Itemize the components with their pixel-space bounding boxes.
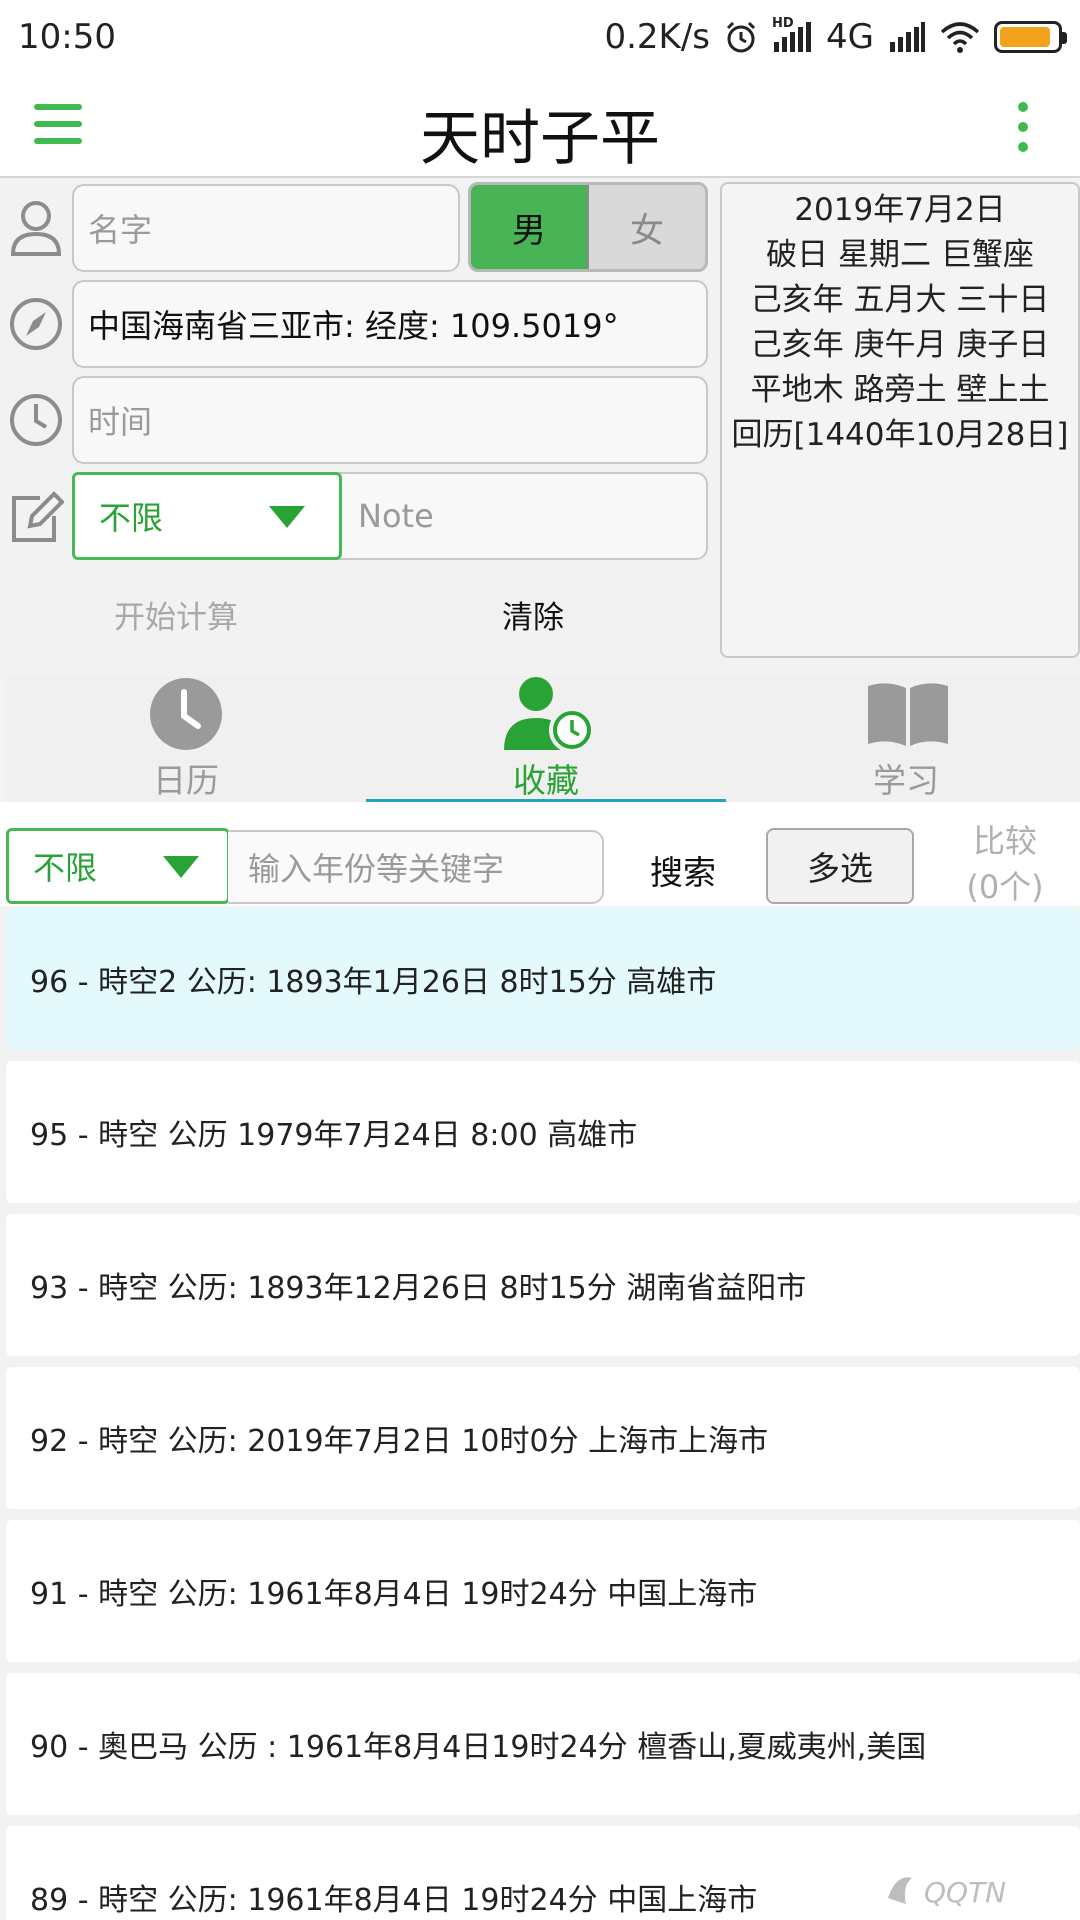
record-row[interactable]: 91 - 時空 公历: 1961年8月4日 19时24分 中国上海市: [6, 1520, 1080, 1662]
cell-signal-icon-2: [890, 22, 925, 52]
multi-select-button[interactable]: 多选: [766, 828, 914, 904]
date-info-panel: 2019年7月2日 破日 星期二 巨蟹座 己亥年 五月大 三十日 己亥年 庚午月…: [720, 182, 1080, 658]
net-speed: 0.2K/s: [604, 17, 711, 57]
status-right: 0.2K/s HD 4G: [604, 16, 1067, 57]
tab-label: 学习: [873, 761, 939, 800]
battery-icon: [994, 21, 1067, 53]
compare-button[interactable]: 比较 (0个): [950, 818, 1060, 910]
compass-icon: [10, 298, 62, 350]
info-line: 2019年7月2日: [794, 192, 1006, 228]
info-line: 己亥年 五月大 三十日: [750, 282, 1050, 318]
hd-signal-group: HD: [772, 16, 812, 54]
chevron-down-icon: [163, 856, 199, 878]
gender-female-button[interactable]: 女: [589, 185, 705, 269]
compare-count: (0个): [966, 868, 1044, 906]
time-input[interactable]: 时间: [72, 376, 708, 464]
tab-bar: 日历 收藏 学习: [6, 676, 1080, 802]
filter-select[interactable]: 不限: [6, 828, 230, 904]
tab-label: 日历: [153, 761, 219, 800]
battery-fill: [1000, 27, 1051, 47]
start-calc-button[interactable]: 开始计算: [114, 592, 238, 637]
search-row: 不限 输入年份等关键字 搜索 多选 比较 (0个): [0, 802, 1080, 906]
tab-favorites[interactable]: 收藏: [366, 676, 726, 802]
book-icon: [868, 683, 948, 746]
status-bar: 10:50 0.2K/s HD 4G: [0, 0, 1080, 74]
clock-icon: [150, 678, 222, 750]
info-line: 破日 星期二 巨蟹座: [766, 237, 1034, 273]
app-bar: 天时子平: [0, 74, 1080, 178]
chevron-down-icon: [269, 506, 305, 528]
info-line: 平地木 路旁土 壁上土: [750, 372, 1050, 408]
alarm-icon: [726, 21, 756, 53]
status-time: 10:50: [18, 17, 116, 57]
watermark-logo: QQTN: [888, 1876, 1006, 1909]
compare-label: 比较: [972, 822, 1037, 860]
user-clock-icon: [504, 677, 595, 752]
clear-button[interactable]: 清除: [502, 592, 564, 637]
info-line: 己亥年 庚午月 庚子日: [750, 327, 1050, 363]
more-vertical-icon[interactable]: [1018, 102, 1030, 152]
tab-learn[interactable]: 学习: [726, 676, 1080, 802]
network-type: 4G: [826, 17, 874, 57]
svg-text:QQTN: QQTN: [924, 1876, 1006, 1909]
category-select[interactable]: 不限: [72, 472, 342, 560]
tab-label: 收藏: [513, 761, 579, 800]
category-select-value: 不限: [99, 499, 164, 537]
gender-toggle: 男 女: [468, 182, 708, 272]
gender-male-button[interactable]: 男: [471, 185, 589, 269]
edit-icon: [12, 491, 64, 542]
record-row[interactable]: 96 - 時空2 公历: 1893年1月26日 8时15分 高雄市: [6, 908, 1080, 1050]
info-line: 回历[1440年10月28日]: [731, 417, 1069, 453]
person-icon: [10, 201, 62, 256]
filter-select-value: 不限: [33, 849, 98, 887]
name-input[interactable]: 名字: [72, 184, 460, 272]
tab-calendar[interactable]: 日历: [6, 676, 366, 802]
clock-icon: [10, 394, 62, 446]
wifi-icon: [940, 22, 980, 53]
record-row[interactable]: 93 - 時空 公历: 1893年12月26日 8时15分 湖南省益阳市: [6, 1214, 1080, 1356]
record-row[interactable]: 90 - 奧巴马 公历 : 1961年8月4日19时24分 檀香山,夏威夷州,美…: [6, 1673, 1080, 1815]
keyword-input[interactable]: 输入年份等关键字: [228, 830, 604, 904]
search-button[interactable]: 搜索: [650, 846, 716, 894]
location-field[interactable]: 中国海南省三亚市: 经度: 109.5019°: [72, 280, 708, 368]
cell-signal-icon-1: [774, 22, 812, 52]
record-row[interactable]: 95 - 時空 公历 1979年7月24日 8:00 高雄市: [6, 1061, 1080, 1203]
app-title: 天时子平: [420, 104, 660, 174]
record-row[interactable]: 92 - 時空 公历: 2019年7月2日 10时0分 上海市上海市: [6, 1367, 1080, 1509]
